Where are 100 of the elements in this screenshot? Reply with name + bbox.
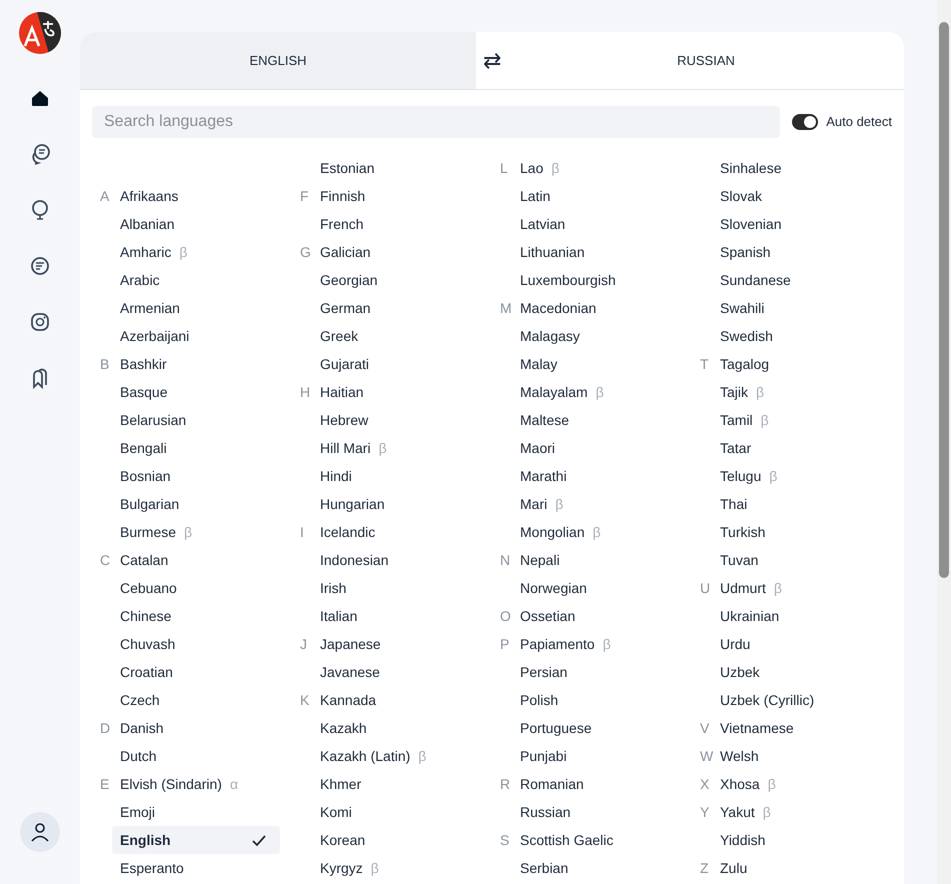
language-item[interactable]: Catalan — [120, 546, 288, 574]
language-item[interactable]: Chinese — [120, 602, 288, 630]
language-item[interactable]: Afrikaans — [120, 182, 288, 210]
language-item[interactable]: Italian — [320, 602, 488, 630]
language-item[interactable]: Hill Mari β — [320, 434, 488, 462]
language-item[interactable]: Xhosa β — [720, 770, 888, 798]
language-item[interactable]: Tamil β — [720, 406, 888, 434]
language-item[interactable]: Cebuano — [120, 574, 288, 602]
language-item[interactable]: Swedish — [720, 322, 888, 350]
language-item[interactable]: Indonesian — [320, 546, 488, 574]
language-item[interactable]: Urdu — [720, 630, 888, 658]
language-item[interactable]: Persian — [520, 658, 688, 686]
language-item[interactable]: Lithuanian — [520, 238, 688, 266]
language-item[interactable]: Dutch — [120, 742, 288, 770]
language-item[interactable]: Finnish — [320, 182, 488, 210]
language-item[interactable]: Haitian — [320, 378, 488, 406]
language-item[interactable]: Bengali — [120, 434, 288, 462]
language-item[interactable]: Sundanese — [720, 266, 888, 294]
language-item[interactable]: Maltese — [520, 406, 688, 434]
language-item[interactable]: Mongolian β — [520, 518, 688, 546]
language-item[interactable]: Yiddish — [720, 826, 888, 854]
language-item[interactable]: Spanish — [720, 238, 888, 266]
language-item[interactable]: Belarusian — [120, 406, 288, 434]
language-item[interactable]: Zulu — [720, 854, 888, 882]
language-item[interactable]: Ossetian — [520, 602, 688, 630]
language-item[interactable]: Esperanto — [120, 854, 288, 882]
language-item[interactable]: Welsh — [720, 742, 888, 770]
language-item[interactable]: Mari β — [520, 490, 688, 518]
language-item[interactable]: Marathi — [520, 462, 688, 490]
language-item[interactable]: Arabic — [120, 266, 288, 294]
language-item[interactable]: Bashkir — [120, 350, 288, 378]
scrollbar-thumb[interactable] — [939, 22, 949, 578]
language-item[interactable]: Armenian — [120, 294, 288, 322]
language-item[interactable]: Greek — [320, 322, 488, 350]
language-item[interactable]: Hindi — [320, 462, 488, 490]
language-item[interactable]: Hebrew — [320, 406, 488, 434]
language-item[interactable]: Polish — [520, 686, 688, 714]
language-item[interactable]: Slovenian — [720, 210, 888, 238]
language-item[interactable]: Hungarian — [320, 490, 488, 518]
swap-button[interactable]: ⇄ — [476, 32, 508, 89]
language-item[interactable]: Turkish — [720, 518, 888, 546]
language-item[interactable]: Thai — [720, 490, 888, 518]
logo-icon[interactable] — [19, 12, 61, 54]
language-tab[interactable]: ENGLISH — [80, 32, 476, 89]
language-item[interactable]: Lao β — [520, 154, 688, 182]
language-item[interactable]: Georgian — [320, 266, 488, 294]
language-item[interactable]: Bosnian — [120, 462, 288, 490]
language-item[interactable]: Croatian — [120, 658, 288, 686]
language-item[interactable]: Tuvan — [720, 546, 888, 574]
language-item[interactable]: Slovak — [720, 182, 888, 210]
language-item[interactable]: Elvish (Sindarin) α — [120, 770, 288, 798]
language-item[interactable]: Serbian — [520, 854, 688, 882]
profile-button[interactable] — [20, 812, 60, 852]
language-item[interactable]: Czech — [120, 686, 288, 714]
language-item[interactable]: Korean — [320, 826, 488, 854]
language-item[interactable]: Sinhalese — [720, 154, 888, 182]
language-item[interactable]: Galician — [320, 238, 488, 266]
language-item[interactable]: Vietnamese — [720, 714, 888, 742]
language-item[interactable]: Macedonian — [520, 294, 688, 322]
language-item[interactable]: Tagalog — [720, 350, 888, 378]
language-item[interactable]: Burmese β — [120, 518, 288, 546]
language-item[interactable]: Luxembourgish — [520, 266, 688, 294]
language-item[interactable]: Romanian — [520, 770, 688, 798]
language-item[interactable]: Malagasy — [520, 322, 688, 350]
language-item[interactable]: Emoji — [120, 798, 288, 826]
language-item[interactable]: Maori — [520, 434, 688, 462]
language-item[interactable]: English — [112, 826, 280, 854]
language-item[interactable]: Amharic β — [120, 238, 288, 266]
language-item[interactable]: Icelandic — [320, 518, 488, 546]
language-item[interactable]: Yakut β — [720, 798, 888, 826]
language-item[interactable]: Ukrainian — [720, 602, 888, 630]
language-item[interactable]: Estonian — [320, 154, 488, 182]
language-item[interactable]: Chuvash — [120, 630, 288, 658]
language-item[interactable]: Javanese — [320, 658, 488, 686]
language-item[interactable]: Danish — [120, 714, 288, 742]
language-item[interactable]: Tatar — [720, 434, 888, 462]
language-item[interactable]: Japanese — [320, 630, 488, 658]
language-item[interactable]: Uzbek (Cyrillic) — [720, 686, 888, 714]
language-item[interactable]: Latin — [520, 182, 688, 210]
language-item[interactable]: Bulgarian — [120, 490, 288, 518]
language-item[interactable]: Khmer — [320, 770, 488, 798]
language-item[interactable]: Telugu β — [720, 462, 888, 490]
toggle-switch[interactable] — [792, 114, 818, 130]
language-item[interactable]: Albanian — [120, 210, 288, 238]
language-item[interactable]: Kyrgyz β — [320, 854, 488, 882]
language-item[interactable]: Kazakh (Latin) β — [320, 742, 488, 770]
language-item[interactable]: Gujarati — [320, 350, 488, 378]
language-item[interactable]: Malay — [520, 350, 688, 378]
language-item[interactable]: Basque — [120, 378, 288, 406]
language-item[interactable]: Kannada — [320, 686, 488, 714]
language-item[interactable]: Portuguese — [520, 714, 688, 742]
language-item[interactable]: Azerbaijani — [120, 322, 288, 350]
search-field[interactable]: Search languages — [92, 106, 780, 138]
language-item[interactable]: Russian — [520, 798, 688, 826]
language-item[interactable]: German — [320, 294, 488, 322]
language-item[interactable]: Scottish Gaelic — [520, 826, 688, 854]
language-item[interactable]: Malayalam β — [520, 378, 688, 406]
language-item[interactable]: Punjabi — [520, 742, 688, 770]
language-item[interactable]: Udmurt β — [720, 574, 888, 602]
language-item[interactable]: Latvian — [520, 210, 688, 238]
